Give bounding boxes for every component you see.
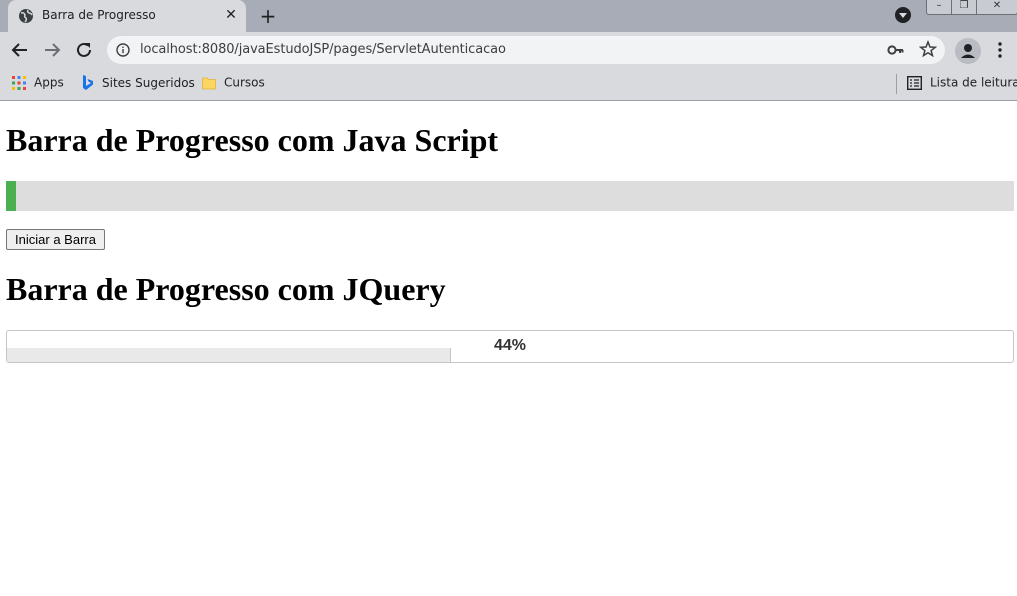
tab-title: Barra de Progresso bbox=[42, 8, 156, 22]
info-icon[interactable] bbox=[116, 43, 130, 57]
new-tab-icon[interactable]: + bbox=[256, 4, 280, 28]
address-bar[interactable]: localhost:8080/javaEstudoJSP/pages/Servl… bbox=[107, 36, 945, 64]
bing-icon bbox=[83, 75, 93, 90]
bookmark-label: Sites Sugeridos bbox=[102, 76, 195, 90]
tab-strip: Barra de Progresso ✕ + – ❐ ✕ bbox=[0, 0, 1017, 32]
bookmarks-bar: Apps Sites Sugeridos Cursos Lista de lei… bbox=[0, 68, 1017, 101]
js-progress-fill bbox=[6, 181, 17, 211]
bookmark-label: Cursos bbox=[224, 75, 265, 90]
heading-javascript: Barra de Progresso com Java Script bbox=[6, 122, 499, 158]
js-progress-bar bbox=[6, 181, 1014, 211]
back-icon[interactable] bbox=[8, 38, 32, 62]
bookmark-label: Apps bbox=[34, 75, 64, 90]
bookmarks-divider bbox=[896, 74, 897, 94]
bookmark-apps[interactable]: Apps bbox=[12, 75, 64, 93]
tab-close-icon[interactable]: ✕ bbox=[222, 6, 240, 24]
globe-icon bbox=[19, 9, 33, 23]
tab-search-icon[interactable] bbox=[895, 7, 911, 23]
reading-list-icon bbox=[907, 75, 922, 90]
bookmark-cursos[interactable]: Cursos bbox=[202, 75, 265, 93]
jquery-progress-label: 44% bbox=[493, 337, 527, 354]
reading-list-label: Lista de leitura bbox=[930, 75, 1017, 90]
bookmark-star-icon[interactable] bbox=[919, 40, 937, 58]
folder-icon bbox=[202, 77, 216, 89]
url-text: localhost:8080/javaEstudoJSP/pages/Servl… bbox=[140, 42, 506, 57]
heading-jquery: Barra de Progresso com JQuery bbox=[6, 271, 446, 307]
browser-tab[interactable]: Barra de Progresso ✕ bbox=[8, 0, 246, 32]
apps-grid-icon bbox=[12, 75, 26, 90]
jquery-progress-bar: 44% bbox=[6, 330, 1014, 363]
reload-icon[interactable] bbox=[72, 38, 96, 62]
key-icon[interactable] bbox=[887, 42, 905, 58]
profile-avatar-icon[interactable] bbox=[955, 38, 981, 64]
forward-icon[interactable] bbox=[40, 38, 64, 62]
window-close-icon[interactable]: ✕ bbox=[976, 0, 1017, 15]
reading-list-button[interactable]: Lista de leitura bbox=[907, 75, 1017, 93]
browser-toolbar: localhost:8080/javaEstudoJSP/pages/Servl… bbox=[0, 32, 1017, 68]
bookmark-sites-sugeridos[interactable]: Sites Sugeridos bbox=[82, 75, 195, 93]
menu-kebab-icon[interactable] bbox=[992, 40, 1008, 60]
start-bar-button[interactable]: Iniciar a Barra bbox=[6, 229, 105, 250]
minimize-icon[interactable]: – bbox=[926, 0, 952, 15]
restore-icon[interactable]: ❐ bbox=[951, 0, 977, 15]
